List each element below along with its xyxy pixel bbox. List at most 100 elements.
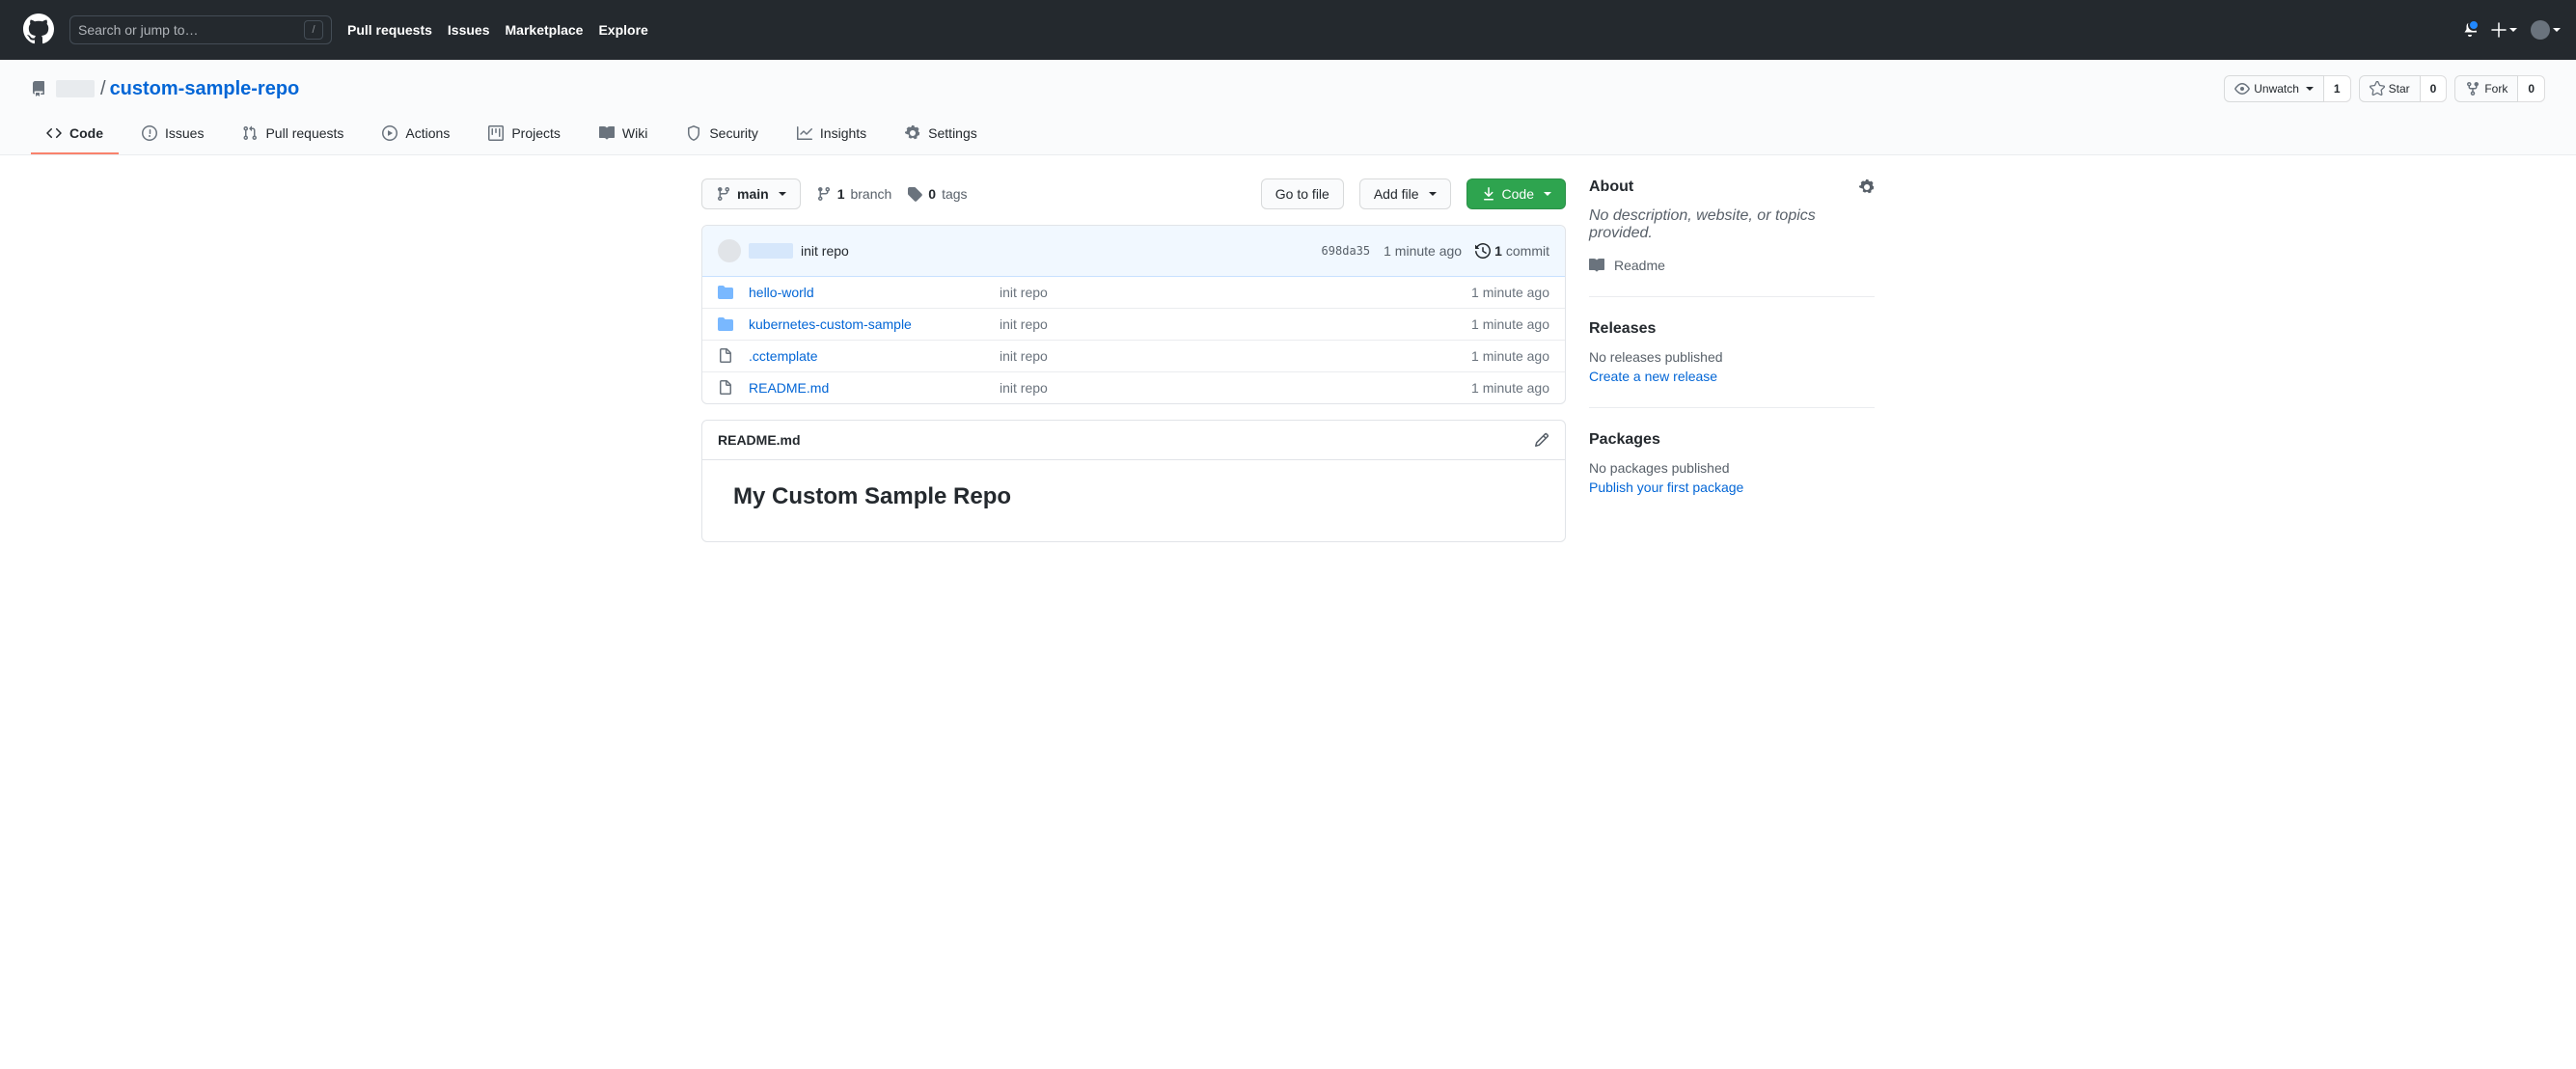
commit-hash-link[interactable]: 698da35 bbox=[1322, 244, 1371, 258]
file-row: README.mdinit repo1 minute ago bbox=[702, 372, 1565, 403]
plus-icon bbox=[2491, 22, 2507, 38]
tab-insights[interactable]: Insights bbox=[781, 118, 882, 154]
tab-wiki[interactable]: Wiki bbox=[584, 118, 663, 154]
readme-box: README.md My Custom Sample Repo bbox=[701, 420, 1566, 542]
author-avatar[interactable] bbox=[718, 239, 741, 262]
about-title: About bbox=[1589, 178, 1633, 196]
branch-icon bbox=[716, 186, 731, 202]
tag-icon bbox=[907, 186, 922, 202]
gear-icon[interactable] bbox=[1859, 179, 1875, 195]
watch-button-group: Unwatch 1 bbox=[2224, 75, 2350, 102]
file-row: kubernetes-custom-sampleinit repo1 minut… bbox=[702, 309, 1565, 341]
packages-empty: No packages published bbox=[1589, 460, 1875, 476]
file-time: 1 minute ago bbox=[1471, 348, 1549, 364]
commits-label: commit bbox=[1506, 243, 1549, 259]
pull-request-icon bbox=[242, 125, 258, 141]
repo-icon bbox=[31, 81, 46, 96]
branches-label: branch bbox=[850, 186, 891, 202]
publish-package-link[interactable]: Publish your first package bbox=[1589, 480, 1743, 495]
tab-label: Security bbox=[709, 125, 758, 141]
repo-header-area: / custom-sample-repo Unwatch 1 Star 0 bbox=[0, 60, 2576, 155]
tab-label: Insights bbox=[820, 125, 866, 141]
create-release-link[interactable]: Create a new release bbox=[1589, 369, 1717, 384]
nav-issues[interactable]: Issues bbox=[448, 22, 490, 38]
code-download-button[interactable]: Code bbox=[1466, 178, 1566, 209]
readme-link[interactable]: Readme bbox=[1589, 258, 1875, 273]
repo-name-link[interactable]: custom-sample-repo bbox=[110, 78, 300, 100]
file-commit-link[interactable]: init repo bbox=[1000, 316, 1471, 332]
star-label: Star bbox=[2389, 82, 2410, 96]
tab-code[interactable]: Code bbox=[31, 118, 119, 154]
tab-settings[interactable]: Settings bbox=[890, 118, 993, 154]
notifications-button[interactable] bbox=[2462, 21, 2478, 40]
nav-marketplace[interactable]: Marketplace bbox=[506, 22, 584, 38]
readme-filename: README.md bbox=[718, 432, 801, 448]
search-input[interactable] bbox=[78, 22, 304, 38]
tab-security[interactable]: Security bbox=[671, 118, 774, 154]
pencil-icon[interactable] bbox=[1534, 432, 1549, 448]
readme-body: My Custom Sample Repo bbox=[702, 460, 1565, 541]
graph-icon bbox=[797, 125, 812, 141]
go-to-file-button[interactable]: Go to file bbox=[1261, 178, 1344, 209]
stars-count[interactable]: 0 bbox=[2421, 75, 2448, 102]
tab-label: Settings bbox=[928, 125, 977, 141]
folder-icon bbox=[718, 316, 733, 332]
star-icon bbox=[2370, 81, 2385, 96]
tab-projects[interactable]: Projects bbox=[473, 118, 576, 154]
file-time: 1 minute ago bbox=[1471, 316, 1549, 332]
sidebar: About No description, website, or topics… bbox=[1589, 178, 1875, 542]
file-icon bbox=[718, 348, 733, 364]
create-new-button[interactable] bbox=[2491, 22, 2517, 38]
nav-pull-requests[interactable]: Pull requests bbox=[347, 22, 432, 38]
caret-down-icon bbox=[2509, 28, 2517, 32]
unwatch-button[interactable]: Unwatch bbox=[2224, 75, 2324, 102]
file-name-link[interactable]: README.md bbox=[749, 380, 1000, 396]
file-commit-link[interactable]: init repo bbox=[1000, 285, 1471, 300]
file-name-link[interactable]: .cctemplate bbox=[749, 348, 1000, 364]
repo-tabs: Code Issues Pull requests Actions Projec… bbox=[0, 118, 2576, 154]
watchers-count[interactable]: 1 bbox=[2324, 75, 2351, 102]
releases-title: Releases bbox=[1589, 320, 1656, 338]
commit-message-link[interactable]: init repo bbox=[801, 243, 849, 259]
commits-history-link[interactable]: 1 commit bbox=[1475, 243, 1549, 259]
star-button[interactable]: Star bbox=[2359, 75, 2421, 102]
code-icon bbox=[46, 125, 62, 141]
branch-icon bbox=[816, 186, 832, 202]
path-separator: / bbox=[100, 78, 106, 100]
caret-down-icon bbox=[2306, 87, 2314, 91]
main-container: main 1 branch 0 tags Go to file Add file bbox=[671, 155, 1905, 565]
tags-link[interactable]: 0 tags bbox=[907, 186, 967, 202]
owner-name-redacted[interactable] bbox=[56, 80, 95, 97]
gear-icon bbox=[905, 125, 920, 141]
tags-label: tags bbox=[942, 186, 967, 202]
branch-select-button[interactable]: main bbox=[701, 178, 801, 209]
fork-button[interactable]: Fork bbox=[2454, 75, 2518, 102]
search-box[interactable]: / bbox=[69, 15, 332, 44]
commit-time: 1 minute ago bbox=[1384, 243, 1462, 259]
commits-count: 1 bbox=[1494, 243, 1502, 259]
file-name-link[interactable]: hello-world bbox=[749, 285, 1000, 300]
github-logo[interactable] bbox=[23, 14, 69, 47]
tab-issues[interactable]: Issues bbox=[126, 118, 219, 154]
branches-link[interactable]: 1 branch bbox=[816, 186, 892, 202]
branch-name: main bbox=[737, 186, 769, 202]
forks-count[interactable]: 0 bbox=[2518, 75, 2545, 102]
readme-heading: My Custom Sample Repo bbox=[733, 483, 1534, 510]
file-name-link[interactable]: kubernetes-custom-sample bbox=[749, 316, 1000, 332]
caret-down-icon bbox=[779, 192, 786, 196]
author-name-redacted[interactable] bbox=[749, 243, 793, 259]
tab-actions[interactable]: Actions bbox=[367, 118, 465, 154]
tab-label: Actions bbox=[405, 125, 450, 141]
shield-icon bbox=[686, 125, 701, 141]
file-commit-link[interactable]: init repo bbox=[1000, 348, 1471, 364]
latest-commit-bar: init repo 698da35 1 minute ago 1 commit bbox=[702, 226, 1565, 277]
user-menu-button[interactable] bbox=[2531, 20, 2561, 40]
folder-icon bbox=[718, 285, 733, 300]
fork-label: Fork bbox=[2484, 82, 2507, 96]
tab-pull-requests[interactable]: Pull requests bbox=[227, 118, 359, 154]
file-commit-link[interactable]: init repo bbox=[1000, 380, 1471, 396]
add-file-button[interactable]: Add file bbox=[1359, 178, 1451, 209]
eye-icon bbox=[2234, 81, 2250, 96]
notification-indicator bbox=[2468, 19, 2480, 31]
nav-explore[interactable]: Explore bbox=[598, 22, 647, 38]
